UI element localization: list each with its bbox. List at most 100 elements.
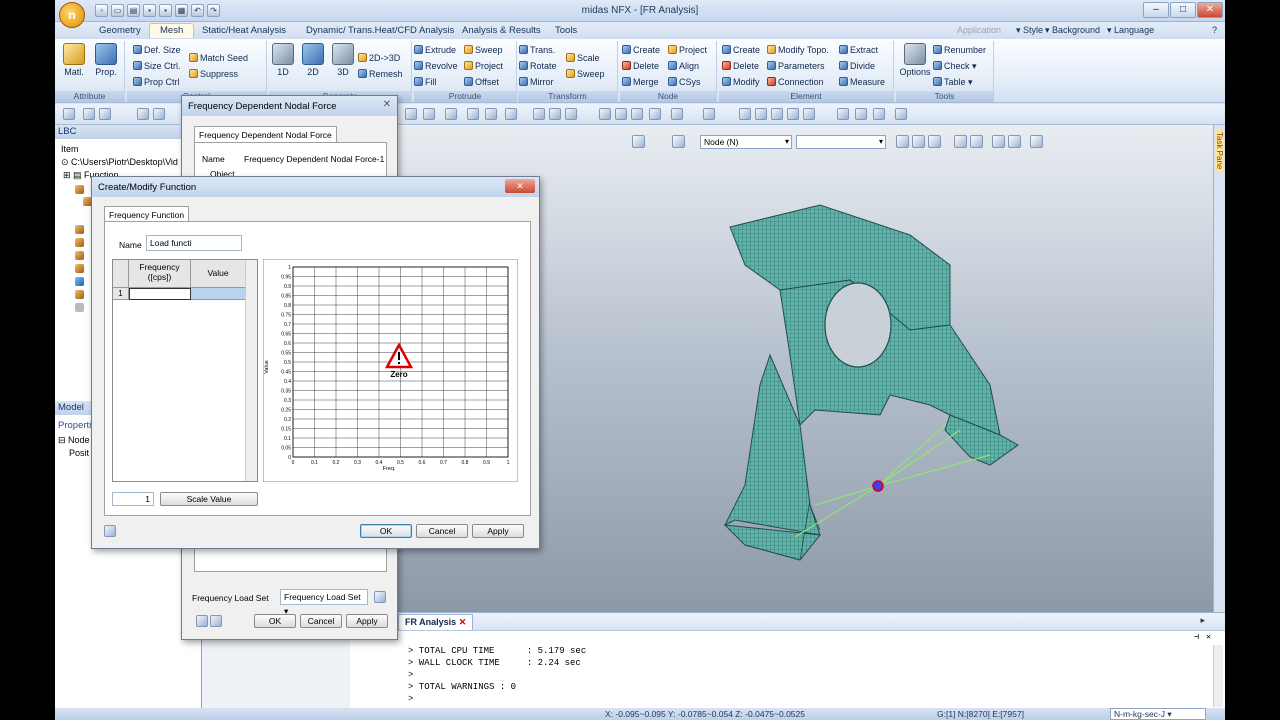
display-icon[interactable] bbox=[505, 108, 517, 120]
element-modify-button[interactable]: Modify bbox=[722, 77, 760, 87]
mesh-3d-button[interactable]: 3D bbox=[329, 43, 357, 77]
node-merge-button[interactable]: Merge bbox=[622, 77, 659, 87]
element-create-button[interactable]: Create bbox=[722, 45, 760, 55]
node-display-icon[interactable] bbox=[631, 108, 643, 120]
close-icon[interactable]: ✕ bbox=[1197, 2, 1223, 18]
scale-button[interactable]: Scale bbox=[566, 53, 600, 63]
prop-button[interactable]: Prop. bbox=[92, 43, 120, 77]
report-icon[interactable] bbox=[771, 108, 783, 120]
project-button[interactable]: Project bbox=[464, 61, 503, 71]
column-header-frequency[interactable]: Frequency ([cps]) bbox=[129, 260, 191, 288]
grid-icon[interactable] bbox=[599, 108, 611, 120]
tree-folder-icon[interactable] bbox=[75, 238, 84, 247]
view-front-icon[interactable] bbox=[423, 108, 435, 120]
table-button[interactable]: Table ▾ bbox=[933, 77, 973, 88]
element-display-icon[interactable] bbox=[649, 108, 661, 120]
measure-tool-icon[interactable] bbox=[855, 108, 867, 120]
tree-mesh-icon[interactable] bbox=[75, 277, 84, 286]
show-all-icon[interactable] bbox=[565, 108, 577, 120]
wireframe-icon[interactable] bbox=[467, 108, 479, 120]
task-pane[interactable]: Task Pane bbox=[1213, 125, 1225, 612]
tree-folder-icon[interactable] bbox=[75, 251, 84, 260]
prop-ctrl-button[interactable]: Prop Ctrl bbox=[133, 77, 180, 87]
output-scrollbar[interactable] bbox=[1213, 645, 1223, 707]
function-apply-button[interactable]: Apply bbox=[472, 524, 524, 538]
property-node-row[interactable]: ⊟ Node bbox=[58, 435, 90, 446]
def-size-button[interactable]: Def. Size bbox=[133, 45, 181, 55]
table-view-icon[interactable] bbox=[755, 108, 767, 120]
menu-language[interactable]: ▾ Language bbox=[1107, 25, 1154, 36]
hide-icon[interactable] bbox=[533, 108, 545, 120]
nodal-cancel-button[interactable]: Cancel bbox=[300, 614, 342, 628]
trans-button[interactable]: Trans. bbox=[519, 45, 555, 55]
master-node-marker[interactable] bbox=[872, 480, 884, 492]
connection-button[interactable]: Connection bbox=[767, 77, 824, 87]
info-icon[interactable] bbox=[873, 108, 885, 120]
nodal-apply-button[interactable]: Apply bbox=[346, 614, 388, 628]
2d-to-3d-button[interactable]: 2D->3D bbox=[358, 53, 400, 63]
frequency-cell-input[interactable] bbox=[129, 288, 191, 300]
rotate-button[interactable]: Rotate bbox=[519, 61, 557, 71]
tab-static-heat-analysis[interactable]: Static/Heat Analysis bbox=[202, 25, 286, 36]
query-icon[interactable] bbox=[837, 108, 849, 120]
renumber-button[interactable]: Renumber bbox=[933, 45, 986, 55]
show-icon[interactable] bbox=[549, 108, 561, 120]
tree-folder-icon[interactable] bbox=[75, 264, 84, 273]
value-cell-input[interactable] bbox=[191, 288, 246, 300]
node-delete-button[interactable]: Delete bbox=[622, 61, 659, 71]
function-table-icon[interactable] bbox=[104, 525, 116, 537]
function-dialog-close-icon[interactable]: ✕ bbox=[505, 179, 535, 193]
node-csys-button[interactable]: CSys bbox=[668, 77, 701, 87]
mesh-display-icon[interactable] bbox=[615, 108, 627, 120]
hidden-icon[interactable] bbox=[485, 108, 497, 120]
function-ok-button[interactable]: OK bbox=[360, 524, 412, 538]
nodal-ok-button[interactable]: OK bbox=[254, 614, 296, 628]
shade-icon[interactable] bbox=[445, 108, 457, 120]
output-tab-fr-analysis[interactable]: FR Analysis ✕ bbox=[398, 614, 474, 630]
zoom-icon[interactable] bbox=[137, 108, 149, 120]
function-name-input[interactable]: Load functi bbox=[146, 235, 242, 251]
mesh-2d-button[interactable]: 2D bbox=[299, 43, 327, 77]
node-create-button[interactable]: Create bbox=[622, 45, 660, 55]
app-logo-icon[interactable]: n bbox=[59, 2, 85, 28]
check-button[interactable]: Check ▾ bbox=[933, 61, 977, 72]
node-align-button[interactable]: Align bbox=[668, 61, 699, 71]
parameters-button[interactable]: Parameters bbox=[767, 61, 825, 71]
minimize-icon[interactable]: – bbox=[1143, 2, 1169, 18]
extract-button[interactable]: Extract bbox=[839, 45, 878, 55]
select-icon[interactable] bbox=[63, 108, 75, 120]
help-icon[interactable]: ? bbox=[1212, 25, 1217, 35]
filter-icon[interactable] bbox=[803, 108, 815, 120]
close-tab-icon[interactable]: ✕ bbox=[459, 617, 467, 627]
nodal-dialog-close-icon[interactable]: ✕ bbox=[383, 99, 391, 110]
maximize-icon[interactable]: □ bbox=[1170, 2, 1196, 18]
matl-button[interactable]: Matl. bbox=[60, 43, 88, 77]
sweep-button[interactable]: Sweep bbox=[464, 45, 503, 55]
tree-folder-icon[interactable] bbox=[75, 290, 84, 299]
scroll-right-icon[interactable]: ▸ bbox=[1200, 615, 1205, 626]
tab-tools[interactable]: Tools bbox=[555, 25, 577, 36]
measure-button[interactable]: Measure bbox=[839, 77, 885, 87]
tab-geometry[interactable]: Geometry bbox=[99, 25, 141, 36]
offset-button[interactable]: Offset bbox=[464, 77, 499, 87]
tab-analysis-results[interactable]: Analysis & Results bbox=[462, 25, 541, 36]
transform-sweep-button[interactable]: Sweep bbox=[566, 69, 605, 79]
pick-icon[interactable] bbox=[83, 108, 95, 120]
pencil-icon[interactable] bbox=[895, 108, 907, 120]
table-scrollbar[interactable] bbox=[245, 260, 257, 481]
load-set-icon[interactable] bbox=[374, 591, 386, 603]
divide-button[interactable]: Divide bbox=[839, 61, 875, 71]
node-project-button[interactable]: Project bbox=[668, 45, 707, 55]
tree-root-path[interactable]: ⊙ C:\Users\Piotr\Desktop\Vid bbox=[61, 157, 178, 168]
unit-system-dropdown[interactable]: N-m-kg-sec-J ▾ bbox=[1110, 708, 1206, 720]
suppress-button[interactable]: Suppress bbox=[189, 69, 238, 79]
size-ctrl-button[interactable]: Size Ctrl. bbox=[133, 61, 181, 71]
match-seed-button[interactable]: Match Seed bbox=[189, 53, 248, 63]
freq-load-set-dropdown[interactable]: Frequency Load Set ▾ bbox=[280, 589, 368, 616]
view-iso-icon[interactable] bbox=[405, 108, 417, 120]
copy-icon[interactable] bbox=[210, 615, 222, 627]
element-delete-button[interactable]: Delete bbox=[722, 61, 759, 71]
tree-folder-icon[interactable] bbox=[75, 225, 84, 234]
revolve-button[interactable]: Revolve bbox=[414, 61, 458, 71]
zoom-window-icon[interactable] bbox=[153, 108, 165, 120]
